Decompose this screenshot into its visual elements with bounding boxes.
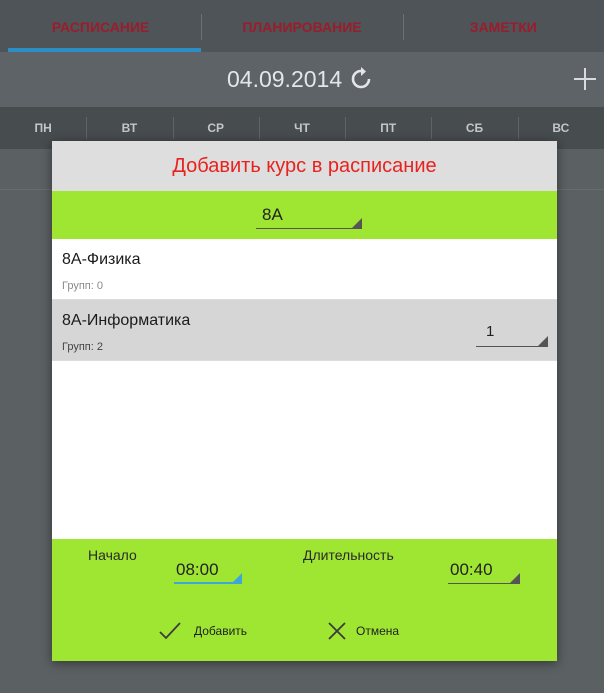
check-icon xyxy=(159,622,181,640)
tab-divider xyxy=(403,14,404,40)
duration-value: 00:40 xyxy=(450,560,493,579)
tab-bar: РАСПИСАНИЕ ПЛАНИРОВАНИЕ ЗАМЕТКИ xyxy=(0,0,604,52)
spinner-underline xyxy=(448,583,520,584)
current-date[interactable]: 04.09.2014 xyxy=(227,66,342,93)
course-name: 8А-Информатика xyxy=(62,312,191,329)
tab-label: РАСПИСАНИЕ xyxy=(51,19,150,35)
start-label: Начало xyxy=(88,547,137,563)
course-list: 8А-Физика Групп: 0 8А-Информатика Групп:… xyxy=(52,239,557,539)
plus-icon[interactable] xyxy=(570,64,600,94)
course-groups: Групп: 0 xyxy=(62,280,103,292)
start-time-picker[interactable]: 08:00 xyxy=(174,558,242,584)
class-selector-bar: 8А xyxy=(52,191,557,239)
tab-label: ЗАМЕТКИ xyxy=(469,19,537,35)
add-course-dialog: Добавить курс в расписание 8А 8А-Физика … xyxy=(52,141,557,661)
cancel-button[interactable]: Отмена xyxy=(328,617,438,647)
duration-picker[interactable]: 00:40 xyxy=(448,558,520,584)
group-spinner-value: 1 xyxy=(486,323,495,340)
refresh-icon[interactable] xyxy=(349,67,373,91)
add-button-label: Добавить xyxy=(194,624,248,638)
add-button[interactable]: Добавить xyxy=(158,617,278,647)
spinner-arrow-icon xyxy=(352,218,362,228)
spinner-arrow-icon xyxy=(232,573,242,583)
tab-schedule[interactable]: РАСПИСАНИЕ xyxy=(0,0,202,52)
course-item-informatics[interactable]: 8А-Информатика Групп: 2 1 xyxy=(52,300,557,361)
tab-notes[interactable]: ЗАМЕТКИ xyxy=(403,0,604,52)
class-spinner[interactable]: 8А xyxy=(256,203,362,229)
course-name: 8А-Физика xyxy=(62,251,141,268)
group-spinner[interactable]: 1 xyxy=(476,321,548,347)
spinner-arrow-icon xyxy=(538,336,548,346)
duration-label: Длительность xyxy=(303,547,394,563)
time-and-actions-panel: Начало 08:00 Длительность 00:40 Добавить… xyxy=(52,539,557,661)
dialog-title: Добавить курс в расписание xyxy=(52,141,557,191)
spinner-underline xyxy=(256,228,362,229)
course-item-physics[interactable]: 8А-Физика Групп: 0 xyxy=(52,239,557,300)
course-groups: Групп: 2 xyxy=(62,341,103,353)
tab-divider xyxy=(201,14,202,40)
close-icon xyxy=(328,622,346,640)
spinner-arrow-icon xyxy=(510,573,520,583)
start-time-value: 08:00 xyxy=(176,560,219,579)
cancel-button-label: Отмена xyxy=(356,624,400,638)
tab-label: ПЛАНИРОВАНИЕ xyxy=(242,19,362,35)
tab-planning[interactable]: ПЛАНИРОВАНИЕ xyxy=(201,0,402,52)
date-bar: 04.09.2014 xyxy=(0,52,604,107)
class-spinner-value: 8А xyxy=(262,205,283,224)
spinner-underline xyxy=(476,346,548,347)
